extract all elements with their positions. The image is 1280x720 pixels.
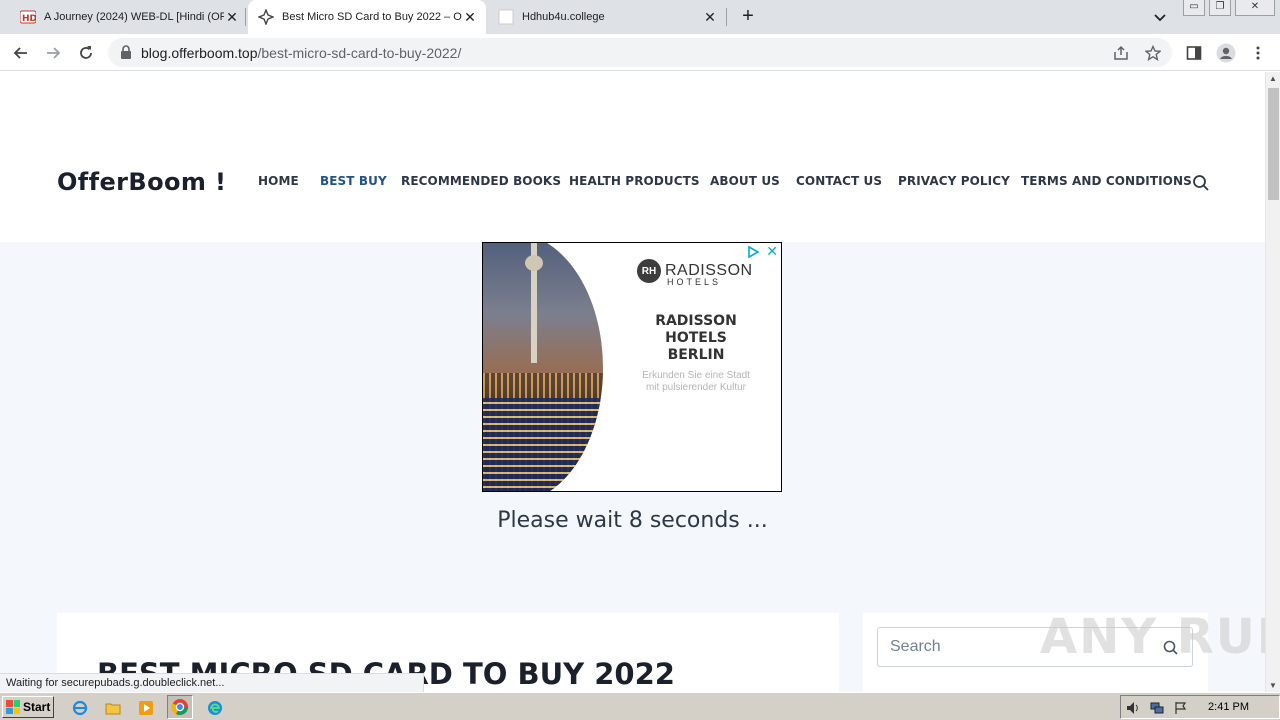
network-icon[interactable]	[1149, 700, 1165, 716]
tab-journey[interactable]: HD A Journey (2024) WEB-DL [Hindi (OF ✕	[12, 0, 244, 34]
page-viewport: OfferBoom ! HOME BEST BUY RECOMMENDED BO…	[0, 72, 1265, 692]
building-shape	[483, 398, 603, 491]
adchoices-icon[interactable]	[747, 245, 760, 259]
ad-close-icon[interactable]: ✕	[766, 243, 778, 260]
tab-close-icon[interactable]: ✕	[224, 9, 240, 25]
tab-title: A Journey (2024) WEB-DL [Hindi (OF	[44, 11, 224, 23]
scroll-down-icon[interactable]: ▼	[1269, 681, 1277, 690]
brand-sub: HOTELS	[667, 277, 722, 287]
system-tray: 2:41 PM	[1120, 695, 1280, 719]
share-icon[interactable]	[1112, 44, 1130, 62]
address-bar[interactable]: blog.offerboom.top/best-micro-sd-card-to…	[108, 38, 1172, 67]
page-scrollbar[interactable]: ▲ ▼	[1265, 72, 1280, 692]
lock-icon	[120, 45, 132, 64]
ad-tagline: Erkunden Sie eine Stadt mit pulsierender…	[621, 370, 771, 394]
header-search-icon[interactable]	[1192, 174, 1210, 192]
hd-icon: HD	[20, 9, 36, 25]
offerboom-icon	[258, 9, 274, 25]
windows-taskbar: Start 2:41 PM	[0, 692, 1280, 720]
nav-best-buy[interactable]: BEST BUY	[320, 174, 401, 188]
svg-text:HD: HD	[22, 14, 36, 24]
profile-avatar-icon[interactable]	[1214, 41, 1238, 65]
edge-icon[interactable]	[205, 698, 225, 718]
chrome-taskbar-icon[interactable]	[167, 695, 193, 719]
tab-close-icon[interactable]: ✕	[702, 9, 718, 25]
tagline-line: mit pulsierender Kultur	[645, 382, 747, 393]
nav-terms-and-conditions[interactable]: TERMS AND CONDITIONS	[1021, 174, 1192, 188]
tab-title: Hdhub4u.college	[522, 11, 605, 23]
nav-privacy-policy[interactable]: PRIVACY POLICY	[898, 174, 1021, 188]
system-clock[interactable]: 2:41 PM	[1208, 701, 1249, 713]
side-panel-icon[interactable]	[1182, 41, 1206, 65]
restore-button[interactable]: ❐	[1209, 0, 1231, 16]
berlin-skyline-image	[483, 243, 603, 491]
blank-page-icon	[498, 9, 514, 25]
tab-offerboom[interactable]: Best Micro SD Card to Buy 2022 – Of ✕	[248, 0, 486, 34]
search-placeholder: Search	[890, 638, 941, 655]
volume-icon[interactable]	[1125, 700, 1141, 716]
bookmark-star-icon[interactable]	[1144, 44, 1162, 62]
back-arrow-icon	[13, 47, 27, 59]
close-window-button[interactable]: ✕	[1235, 0, 1275, 16]
nav-recommended-books[interactable]: RECOMMENDED BOOKS	[401, 174, 569, 188]
site-header: OfferBoom ! HOME BEST BUY RECOMMENDED BO…	[0, 72, 1265, 242]
tab-strip: HD A Journey (2024) WEB-DL [Hindi (OF ✕ …	[0, 0, 1280, 34]
nav-contact-us[interactable]: CONTACT US	[796, 174, 898, 188]
minimize-button[interactable]: ▭	[1183, 0, 1205, 16]
scrollbar-thumb[interactable]	[1268, 88, 1279, 200]
tab-search-chevron-icon[interactable]	[1151, 8, 1169, 26]
rh-mark: RH	[637, 259, 661, 283]
reload-icon	[80, 46, 92, 59]
tab-divider	[245, 8, 246, 26]
new-tab-button[interactable]: +	[737, 6, 759, 28]
explorer-folder-icon[interactable]	[103, 698, 123, 718]
headline-line: HOTELS	[665, 330, 727, 346]
nav-about-us[interactable]: ABOUT US	[710, 174, 796, 188]
forward-button[interactable]	[41, 41, 65, 65]
site-logo[interactable]: OfferBoom !	[57, 168, 226, 196]
nav-health-products[interactable]: HEALTH PRODUCTS	[569, 174, 710, 188]
ad-headline: RADISSON HOTELS BERLIN	[633, 313, 759, 364]
tagline-line: Erkunden Sie eine Stadt	[642, 370, 750, 381]
tv-tower-sphere	[525, 255, 543, 271]
ie-icon[interactable]	[70, 698, 90, 718]
scroll-up-icon[interactable]: ▲	[1269, 74, 1277, 83]
headline-line: BERLIN	[667, 347, 725, 363]
tab-close-icon[interactable]: ✕	[462, 9, 478, 25]
anyrun-watermark: ANY RUN	[1040, 609, 1265, 665]
reload-button[interactable]	[74, 41, 98, 65]
tab-title: Best Micro SD Card to Buy 2022 – Of	[282, 11, 462, 23]
url-path: /best-micro-sd-card-to-buy-2022/	[257, 45, 462, 61]
main-nav: HOME BEST BUY RECOMMENDED BOOKS HEALTH P…	[258, 174, 1192, 188]
browser-toolbar: blog.offerboom.top/best-micro-sd-card-to…	[0, 34, 1280, 71]
action-center-flag-icon[interactable]	[1173, 700, 1189, 716]
windows-logo-icon	[6, 700, 20, 714]
start-label: Start	[23, 700, 51, 714]
media-player-icon[interactable]	[136, 698, 156, 718]
back-button[interactable]	[9, 41, 33, 65]
wait-message: Please wait 8 seconds ...	[497, 508, 768, 533]
url-text: blog.offerboom.top/best-micro-sd-card-to…	[141, 45, 461, 61]
tab-hdhub[interactable]: Hdhub4u.college ✕	[490, 0, 722, 34]
browser-menu-icon[interactable]	[1246, 41, 1270, 65]
tab-divider	[726, 8, 727, 26]
status-bubble: Waiting for securepubads.g.doubleclick.n…	[0, 673, 424, 692]
nav-home[interactable]: HOME	[258, 174, 320, 188]
start-button[interactable]: Start	[2, 696, 54, 718]
url-domain: blog.offerboom.top	[141, 45, 258, 61]
forward-arrow-icon	[47, 47, 61, 59]
advertisement-banner[interactable]: RH RADISSON HOTELS RADISSON HOTELS BERLI…	[482, 242, 782, 492]
headline-line: RADISSON	[655, 313, 737, 329]
